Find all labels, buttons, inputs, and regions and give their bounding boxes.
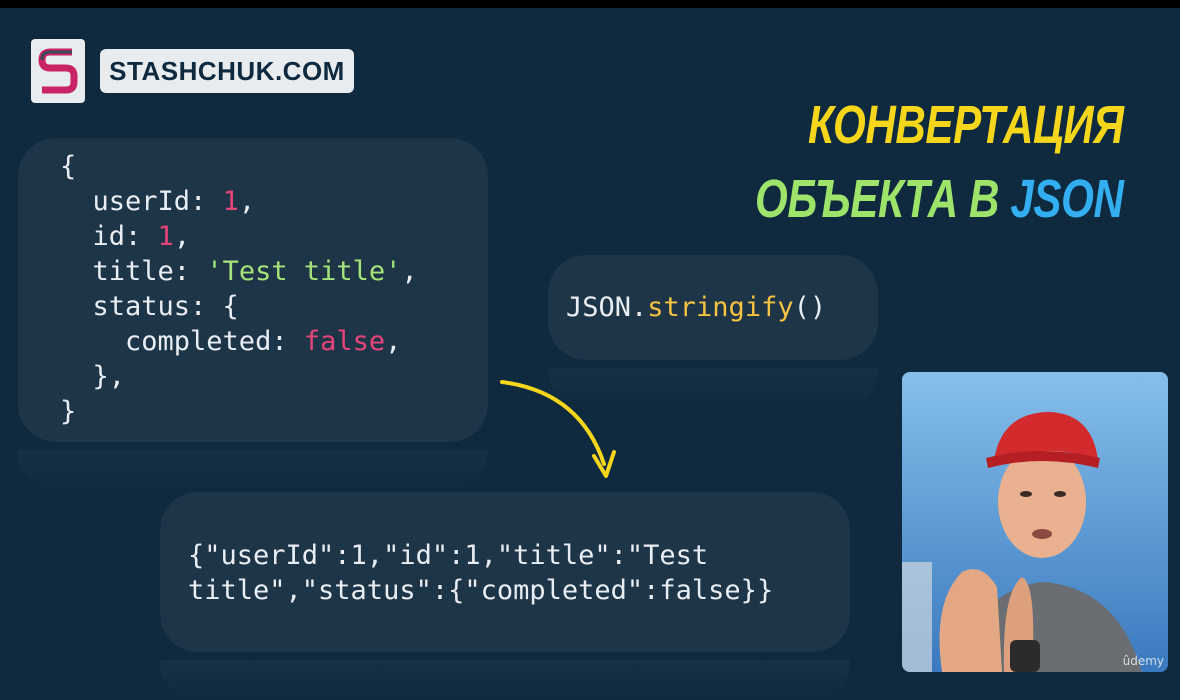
stringify-code: JSON.stringify() [566,290,826,325]
code-object: JSON. [566,292,648,323]
code-key: completed: [60,326,304,357]
code-line: status: { [60,291,239,322]
result-line: {"userId":1,"id":1,"title":"Test [188,540,709,571]
code-punct: , [173,221,191,252]
title-line-2-b: JSON [1010,169,1125,229]
title-line-1: КОНВЕРТАЦИЯ [808,95,1125,155]
code-punct: , [238,186,256,217]
object-code: { userId: 1, id: 1, title: 'Test title',… [60,149,418,429]
presenter-image [902,372,1168,672]
code-line: } [60,396,77,427]
stashchuk-logo-icon [31,39,85,103]
code-key: id: [60,221,158,252]
code-line: id: 1, [60,219,418,254]
result-line: title","status":{"completed":false}} [188,575,774,606]
code-function: stringify [647,292,794,323]
code-line: title: 'Test title', [60,254,418,289]
code-line: completed: false, [60,324,418,359]
curved-arrow-icon [500,380,616,478]
code-line: { [60,151,77,182]
code-key: title: [60,256,207,287]
title-line-2-a: ОБЪЕКТА В [755,169,1000,229]
code-punct: , [401,256,418,287]
top-bar [0,0,1180,8]
udemy-watermark: ûdemy [1122,654,1164,668]
code-boolean: false [303,326,386,357]
code-key: userId: [60,186,223,217]
result-code: {"userId":1,"id":1,"title":"Test title","… [188,538,773,608]
code-line: userId: 1, [60,184,418,219]
code-parens: () [793,292,827,323]
code-number: 1 [222,186,239,217]
code-punct: , [385,326,402,357]
brand-name: STASHCHUK.COM [100,49,354,93]
code-line: }, [60,361,126,392]
code-number: 1 [157,221,174,252]
slide-title: КОНВЕРТАЦИЯ ОБЪЕКТА В JSON [755,88,1124,236]
title-line-2: ОБЪЕКТА В JSON [755,162,1124,236]
code-string: 'Test title' [206,256,402,287]
presenter-video: ûdemy [902,372,1168,672]
